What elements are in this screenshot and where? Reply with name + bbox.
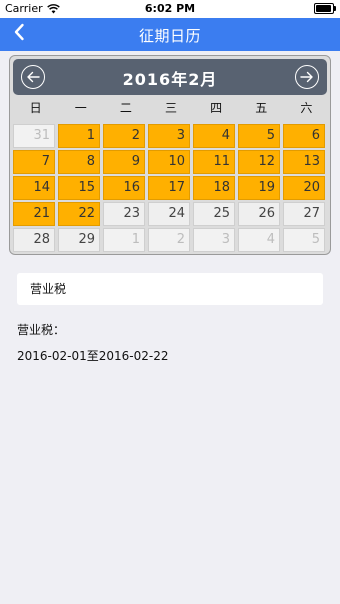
calendar-day-cell[interactable]: 14 <box>13 176 55 200</box>
tax-type-name: 营业税 <box>30 282 67 296</box>
calendar-day-cell[interactable]: 22 <box>58 202 100 226</box>
calendar-day-cell[interactable]: 27 <box>283 202 325 226</box>
weekday-row: 日 一 二 三 四 五 六 <box>13 97 329 119</box>
calendar-day-cell[interactable]: 12 <box>238 150 280 174</box>
weekday-label: 六 <box>300 101 313 115</box>
tax-type-card[interactable]: 营业税 <box>17 273 323 305</box>
calendar-day-cell[interactable]: 19 <box>238 176 280 200</box>
calendar-day-cell[interactable]: 11 <box>193 150 235 174</box>
calendar-day-cell[interactable]: 26 <box>238 202 280 226</box>
calendar-day-cell[interactable]: 20 <box>283 176 325 200</box>
weekday-label: 三 <box>164 101 177 115</box>
calendar-day-cell[interactable]: 4 <box>193 124 235 148</box>
status-time: 6:02 PM <box>144 2 196 15</box>
calendar-day-cell[interactable]: 23 <box>103 202 145 226</box>
nav-bar: 征期日历 <box>0 18 340 51</box>
weekday-label: 二 <box>119 101 132 115</box>
calendar-day-cell[interactable]: 2 <box>148 228 190 252</box>
calendar-day-cell[interactable]: 3 <box>148 124 190 148</box>
next-month-button[interactable] <box>295 65 319 89</box>
weekday-label: 五 <box>255 101 268 115</box>
calendar: 2016年2月 日 一 二 三 四 五 六 31 1 2 3 4 5 6 7 8 9 10 11 12 1… <box>9 55 331 255</box>
tax-period-range: 2016-02-01至2016-02-22 <box>17 349 169 363</box>
status-bar: Carrier 6:02 PM <box>0 0 340 18</box>
calendar-day-cell[interactable]: 18 <box>193 176 235 200</box>
calendar-day-cell[interactable]: 10 <box>148 150 190 174</box>
arrow-right-icon <box>300 68 314 87</box>
calendar-day-cell[interactable]: 2 <box>103 124 145 148</box>
weekday-label: 一 <box>74 101 87 115</box>
tax-period-label: 营业税： <box>17 323 66 337</box>
calendar-day-cell[interactable]: 29 <box>58 228 100 252</box>
calendar-day-cell[interactable]: 5 <box>238 124 280 148</box>
calendar-day-cell[interactable]: 6 <box>283 124 325 148</box>
calendar-day-cell[interactable]: 31 <box>13 124 55 148</box>
calendar-day-cell[interactable]: 1 <box>58 124 100 148</box>
calendar-day-cell[interactable]: 15 <box>58 176 100 200</box>
calendar-day-cell[interactable]: 7 <box>13 150 55 174</box>
calendar-day-cell[interactable]: 28 <box>13 228 55 252</box>
calendar-day-cell[interactable]: 17 <box>148 176 190 200</box>
calendar-grid: 31 1 2 3 4 5 6 7 8 9 10 11 12 13 14 15 16 17 18 19 20 21 22 23 2… <box>13 124 325 252</box>
calendar-day-cell[interactable]: 8 <box>58 150 100 174</box>
calendar-month-title: 2016年2月 <box>122 70 218 89</box>
calendar-day-cell[interactable]: 4 <box>238 228 280 252</box>
calendar-day-cell[interactable]: 9 <box>103 150 145 174</box>
calendar-day-cell[interactable]: 16 <box>103 176 145 200</box>
calendar-day-cell[interactable]: 3 <box>193 228 235 252</box>
weekday-label: 日 <box>29 101 42 115</box>
calendar-day-cell[interactable]: 1 <box>103 228 145 252</box>
page-title: 征期日历 <box>138 27 201 45</box>
calendar-day-cell[interactable]: 5 <box>283 228 325 252</box>
calendar-day-cell[interactable]: 21 <box>13 202 55 226</box>
calendar-day-cell[interactable]: 13 <box>283 150 325 174</box>
weekday-label: 四 <box>210 101 223 115</box>
battery-icon <box>314 3 336 14</box>
calendar-header: 2016年2月 <box>13 59 327 95</box>
calendar-day-cell[interactable]: 25 <box>193 202 235 226</box>
calendar-day-cell[interactable]: 24 <box>148 202 190 226</box>
status-right <box>314 3 336 14</box>
